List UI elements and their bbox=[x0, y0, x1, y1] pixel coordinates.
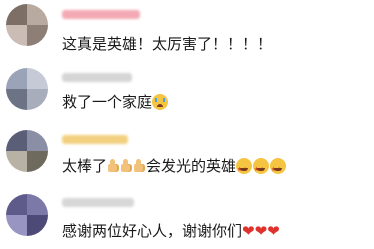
star-struck-face-icon bbox=[236, 158, 253, 180]
avatar[interactable] bbox=[6, 130, 48, 172]
comment-item[interactable]: 这真是英雄！太厉害了！！！！ bbox=[0, 0, 374, 62]
comment-item[interactable]: 救了一个家庭 bbox=[0, 62, 374, 124]
comment-body: 太棒了 会发光的英雄 bbox=[62, 156, 287, 180]
comment-item[interactable]: 感谢两位好心人，谢谢你们❤❤❤ bbox=[0, 188, 374, 249]
comment-text: 救了一个家庭 bbox=[62, 93, 153, 111]
thumbs-up-icon bbox=[107, 159, 120, 173]
username-blurred bbox=[62, 73, 132, 82]
username-blurred bbox=[62, 10, 140, 19]
star-struck-face-icon bbox=[253, 158, 270, 180]
avatar[interactable] bbox=[6, 68, 48, 110]
comment-body: 感谢两位好心人，谢谢你们❤❤❤ bbox=[62, 221, 280, 241]
username-blurred bbox=[62, 135, 128, 144]
comment-text-start: 太棒了 bbox=[62, 157, 108, 175]
avatar[interactable] bbox=[6, 194, 48, 236]
username-blurred bbox=[62, 198, 134, 207]
comment-text: 感谢两位好心人，谢谢你们 bbox=[62, 222, 243, 240]
red-heart-icon: ❤ bbox=[267, 222, 280, 240]
comment-text-end: 会发光的英雄 bbox=[146, 157, 237, 175]
crying-face-icon bbox=[152, 94, 169, 110]
thumbs-up-icon bbox=[133, 159, 146, 173]
thumbs-up-icon bbox=[120, 159, 133, 173]
comment-item[interactable]: 太棒了 会发光的英雄 bbox=[0, 124, 374, 188]
red-heart-icon: ❤ bbox=[254, 222, 268, 240]
comment-text: 这真是英雄！太厉害了！！！！ bbox=[62, 35, 273, 53]
comment-body: 救了一个家庭 bbox=[62, 92, 169, 112]
avatar[interactable] bbox=[6, 4, 48, 46]
star-struck-face-icon bbox=[270, 158, 287, 180]
red-heart-icon: ❤ bbox=[242, 222, 255, 240]
